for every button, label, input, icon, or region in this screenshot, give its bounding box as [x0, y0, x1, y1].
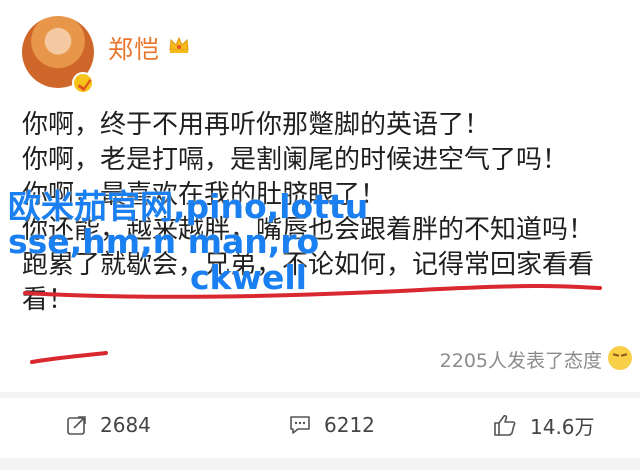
reaction-summary[interactable]: 2205人发表了态度	[440, 346, 602, 373]
post-line: 你啊，老是打嗝，是割阑尾的时候进空气了吗！	[22, 145, 569, 175]
repost-button[interactable]: 2684	[66, 410, 151, 440]
repost-count: 2684	[100, 413, 151, 437]
weibo-post-card: 郑恺 你啊，终于不用再听你那蹩脚的英语了！ 你啊，老是打嗝，是割阑尾的时候进空气…	[0, 0, 640, 392]
watermark-text: sse,hm,n man,ro	[8, 222, 320, 261]
action-bar: 2684 6212 14.6万	[0, 398, 640, 458]
comment-icon	[290, 416, 310, 434]
watermark-text: ckwell	[190, 258, 307, 297]
comment-count: 6212	[324, 413, 375, 437]
verified-badge-icon	[72, 72, 94, 94]
like-button[interactable]: 14.6万	[492, 410, 595, 440]
post-line: 看！	[22, 285, 75, 315]
repost-icon	[67, 416, 86, 435]
watermark-text: 欧米茄官网,pino,lottu	[8, 187, 369, 226]
thumbs-up-icon	[494, 414, 516, 436]
username[interactable]: 郑恺	[108, 30, 160, 66]
emoji-face-icon	[608, 346, 632, 370]
comment-button[interactable]: 6212	[288, 410, 375, 440]
like-count: 14.6万	[530, 414, 595, 439]
crown-icon	[169, 36, 189, 53]
post-line: 你啊，终于不用再听你那蹩脚的英语了！	[22, 110, 491, 140]
